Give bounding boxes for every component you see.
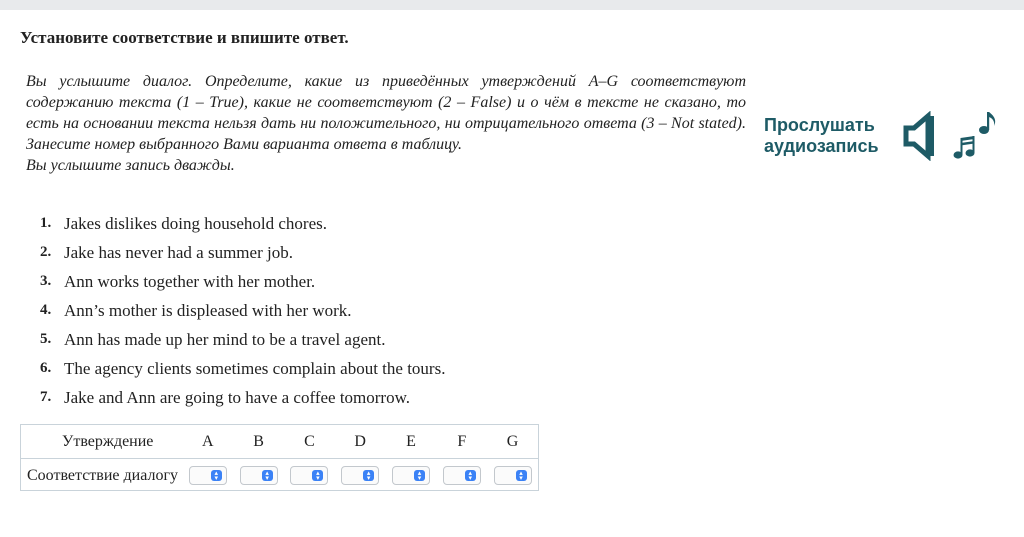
row-label: Соответствие диалогу (27, 466, 179, 484)
select-arrow-icon[interactable]: ▴ ▾ (363, 469, 375, 481)
play-audio-label[interactable]: Прослушать аудиозапись (764, 115, 888, 157)
speaker-icon[interactable] (902, 111, 942, 161)
letter-f: F (457, 432, 467, 450)
statement-text: Ann works together with her mother. (64, 271, 316, 291)
instructions-text: Вы услышите диалог. Определите, какие из… (26, 73, 746, 153)
statement-text: Jakes dislikes doing household chores. (64, 213, 327, 233)
answer-select-b[interactable]: ▴ ▾ (239, 466, 278, 485)
answer-select-a[interactable]: ▴ ▾ (188, 466, 227, 485)
statement-number: 1. (40, 215, 52, 231)
select-arrow-icon[interactable]: ▴ ▾ (515, 469, 527, 481)
statement-number: 3. (40, 273, 52, 289)
answer-table: Утверждение A B C D E F G Соответствие д… (20, 424, 539, 491)
statement-text: Jake has never had a summer job. (64, 242, 293, 262)
letter-c: C (304, 432, 315, 450)
statement-number: 6. (40, 360, 52, 376)
instructions-paragraph: Вы услышите диалог. Определите, какие из… (26, 71, 746, 155)
letter-d: D (354, 432, 366, 450)
statement-text: Ann has made up her mind to be a travel … (64, 329, 386, 349)
letter-b: B (253, 432, 264, 450)
statement-text: Jake and Ann are going to have a coffee … (64, 387, 411, 407)
statement-item: 1. Jakes dislikes doing household chores… (40, 209, 445, 238)
music-notes-icon[interactable] (950, 108, 1000, 164)
answer-table-select-row: Соответствие диалогу ▴ ▾ ▴ ▾ ▴ ▾ ▴ ▾ ▴ ▾ ▴ ▾ ▴… (21, 458, 538, 492)
statement-text: Ann’s mother is displeased with her work… (64, 300, 352, 320)
select-arrow-icon[interactable]: ▴ ▾ (312, 469, 324, 481)
statement-number: 5. (40, 331, 52, 347)
answer-select-e[interactable]: ▴ ▾ (391, 466, 430, 485)
answer-select-c[interactable]: ▴ ▾ (290, 466, 329, 485)
letter-a: A (202, 432, 214, 450)
statement-item: 3. Ann works together with her mother. (40, 267, 445, 296)
task-title: Установите соответствие и впишите ответ. (20, 28, 349, 47)
letter-g: G (506, 432, 519, 450)
statement-item: 5. Ann has made up her mind to be a trav… (40, 325, 445, 354)
letter-e: E (406, 432, 416, 450)
statement-item: 4. Ann’s mother is displeased with her w… (40, 296, 445, 325)
statement-number: 4. (40, 302, 52, 318)
answer-table-header-row: Утверждение A B C D E F G (21, 425, 538, 458)
answer-select-g[interactable]: ▴ ▾ (493, 466, 532, 485)
statement-number: 7. (40, 389, 52, 405)
statement-text: The agency clients sometimes complain ab… (64, 358, 446, 378)
select-arrow-icon[interactable]: ▴ ▾ (413, 469, 425, 481)
header-label: Утверждение (62, 432, 154, 450)
instructions-repeat-note: Вы услышите запись дважды. (26, 157, 235, 174)
select-arrow-icon[interactable]: ▴ ▾ (464, 469, 476, 481)
select-arrow-icon[interactable]: ▴ ▾ (261, 469, 273, 481)
statement-item: 6. The agency clients sometimes complain… (40, 354, 445, 383)
statement-item: 7. Jake and Ann are going to have a coff… (40, 383, 445, 412)
statement-item: 2. Jake has never had a summer job. (40, 238, 445, 267)
select-arrow-icon[interactable]: ▴ ▾ (210, 469, 222, 481)
play-audio-button[interactable]: Прослушать аудиозапись (764, 108, 1000, 164)
answer-select-f[interactable]: ▴ ▾ (442, 466, 481, 485)
statements-list: 1. Jakes dislikes doing household chores… (40, 209, 445, 412)
top-bar (0, 0, 1024, 10)
instructions: Вы услышите диалог. Определите, какие из… (26, 71, 746, 176)
answer-select-d[interactable]: ▴ ▾ (341, 466, 380, 485)
statement-number: 2. (40, 244, 52, 260)
